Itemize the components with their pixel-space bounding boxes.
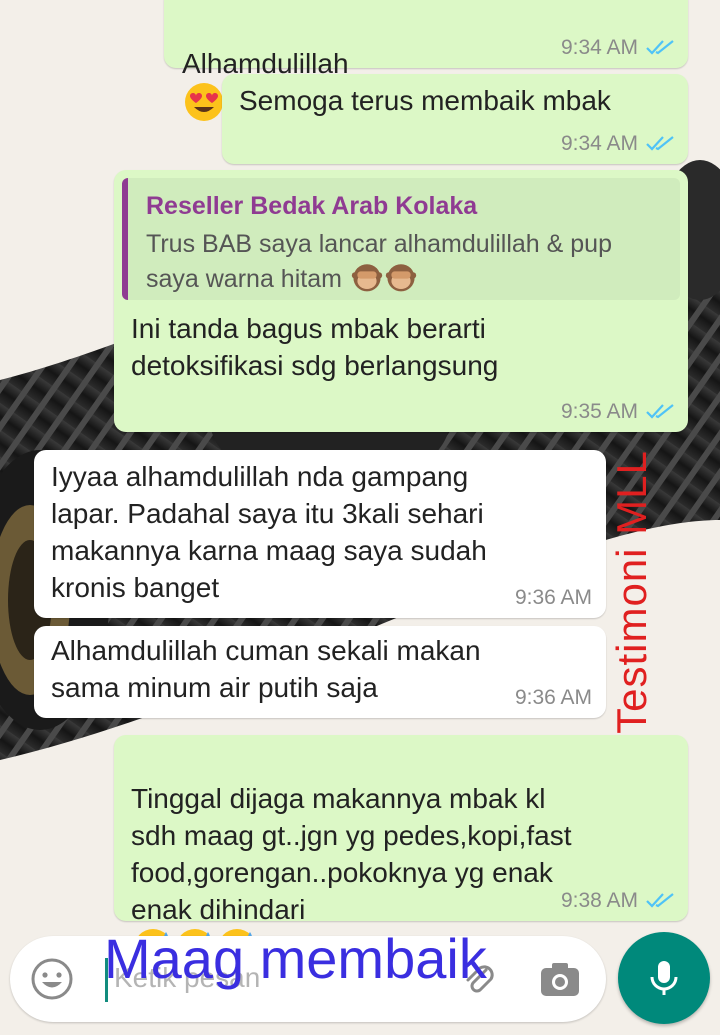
message-meta: 9:36 AM — [515, 586, 592, 610]
message-meta: 9:35 AM — [561, 400, 674, 424]
message-bubble-outgoing[interactable]: Alhamdulillah 9:34 AM — [164, 0, 688, 121]
quoted-sender-name: Reseller Bedak Arab Kolaka — [146, 192, 478, 220]
message-meta: 9:34 AM — [561, 36, 674, 60]
message-text: Alhamdulillah cuman sekali makan sama mi… — [51, 635, 481, 703]
heart-eyes-emoji-icon — [185, 83, 223, 121]
mic-button[interactable] — [618, 932, 710, 1024]
message-text: Tinggal dijaga makannya mbak kl sdh maag… — [131, 783, 572, 925]
double-check-icon — [646, 136, 674, 151]
message-bubble-outgoing[interactable]: Semoga terus membaik mbak 9:34 AM — [222, 74, 688, 164]
emoji-smiley-icon[interactable] — [30, 957, 74, 1001]
message-bubble-outgoing-reply[interactable]: Reseller Bedak Arab Kolaka Trus BAB saya… — [114, 170, 688, 432]
message-bubble-incoming[interactable]: Iyyaa alhamdulillah nda gampang lapar. P… — [34, 450, 606, 618]
message-text: Iyyaa alhamdulillah nda gampang lapar. P… — [51, 461, 487, 603]
message-meta: 9:38 AM — [561, 889, 674, 913]
double-check-icon — [646, 40, 674, 55]
message-bubble-incoming[interactable]: Alhamdulillah cuman sekali makan sama mi… — [34, 626, 606, 718]
mic-icon — [650, 961, 678, 995]
quoted-message[interactable]: Reseller Bedak Arab Kolaka Trus BAB saya… — [122, 178, 680, 300]
testimoni-watermark: Testimoni MLL — [608, 450, 655, 734]
message-time: 9:36 AM — [514, 686, 592, 709]
message-meta: 9:34 AM — [561, 132, 674, 156]
quoted-text-block: Trus BAB saya lancar alhamdulillah & pup… — [146, 227, 666, 296]
message-time: 9:35 AM — [560, 400, 638, 423]
message-bubble-outgoing[interactable]: Tinggal dijaga makannya mbak kl sdh maag… — [114, 735, 688, 967]
caption-overlay: Maag membaik — [104, 927, 487, 990]
message-time: 9:38 AM — [560, 889, 638, 912]
see-no-evil-monkey-emoji-icon — [385, 264, 417, 292]
camera-icon[interactable] — [538, 957, 582, 1001]
message-text: Semoga terus membaik mbak — [239, 85, 611, 116]
message-meta: 9:36 AM — [515, 686, 592, 710]
message-text: Ini tanda bagus mbak berarti detoksifika… — [131, 313, 499, 381]
see-no-evil-monkey-emoji-icon — [351, 264, 383, 292]
message-time: 9:36 AM — [514, 586, 592, 609]
double-check-icon — [646, 893, 674, 908]
double-check-icon — [646, 404, 674, 419]
message-time: 9:34 AM — [560, 36, 638, 59]
message-time: 9:34 AM — [560, 132, 638, 155]
